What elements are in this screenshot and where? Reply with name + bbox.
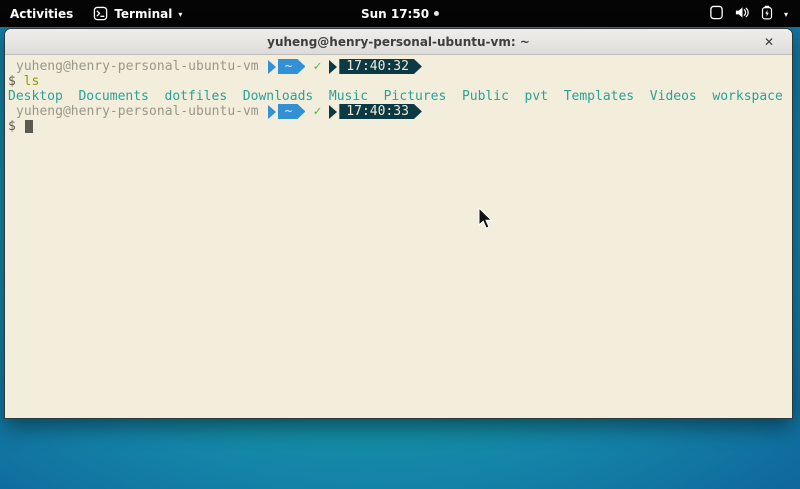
prompt-line: yuheng@henry-personal-ubuntu-vm ~ ✓ 17:4…	[8, 104, 789, 119]
terminal-icon	[93, 6, 108, 21]
chevron-down-icon: ▾	[178, 10, 182, 19]
status-check-icon: ✓	[313, 59, 321, 74]
terminal-cursor	[25, 120, 33, 133]
command-line: $ ls	[8, 74, 789, 89]
activities-label: Activities	[10, 7, 73, 21]
prompt-time: 17:40:32	[346, 59, 409, 74]
powerline-arrow-icon	[329, 60, 337, 74]
activities-button[interactable]: Activities	[0, 0, 83, 27]
prompt-line: yuheng@henry-personal-ubuntu-vm ~ ✓ 17:4…	[8, 59, 789, 74]
prompt-user: yuheng@henry-personal-ubuntu-vm	[16, 104, 259, 119]
window-title: yuheng@henry-personal-ubuntu-vm: ~	[267, 35, 530, 49]
prompt-symbol: $	[8, 74, 16, 89]
clock-button[interactable]: Sun 17:50	[361, 0, 439, 27]
powerline-arrow-icon	[329, 105, 337, 119]
powerline-arrow-icon	[268, 105, 276, 119]
prompt-path: ~	[285, 59, 293, 74]
app-menu[interactable]: Terminal ▾	[83, 0, 192, 27]
prompt-path: ~	[285, 104, 293, 119]
desktop-background: { "topbar": { "activities_label": "Activ…	[0, 0, 800, 489]
top-bar: Activities Terminal ▾ Sun 17:50	[0, 0, 800, 27]
status-check-icon: ✓	[313, 104, 321, 119]
input-line[interactable]: $	[8, 119, 789, 134]
close-button[interactable]: ✕	[760, 33, 778, 51]
prompt-user: yuheng@henry-personal-ubuntu-vm	[16, 59, 259, 74]
battery-icon	[760, 5, 774, 23]
powerline-arrow-icon	[268, 60, 276, 74]
clock-label: Sun 17:50	[361, 7, 429, 21]
display-icon	[709, 5, 724, 23]
notification-dot-icon	[434, 11, 439, 16]
app-menu-label: Terminal	[114, 7, 172, 21]
mouse-cursor-icon	[478, 208, 495, 230]
typed-command: ls	[24, 74, 40, 89]
prompt-time-segment: 17:40:32	[339, 59, 422, 74]
terminal-window: yuheng@henry-personal-ubuntu-vm: ~ ✕ yuh…	[4, 28, 793, 419]
prompt-path-segment: ~	[278, 59, 306, 74]
prompt-path-segment: ~	[278, 104, 306, 119]
prompt-time: 17:40:33	[346, 104, 409, 119]
prompt-symbol: $	[8, 119, 16, 134]
volume-icon	[734, 5, 750, 23]
system-status-menu[interactable]: ▾	[701, 0, 796, 27]
chevron-down-icon: ▾	[784, 10, 788, 19]
window-titlebar[interactable]: yuheng@henry-personal-ubuntu-vm: ~ ✕	[5, 29, 792, 55]
terminal-content[interactable]: yuheng@henry-personal-ubuntu-vm ~ ✓ 17:4…	[5, 55, 792, 418]
prompt-time-segment: 17:40:33	[339, 104, 422, 119]
ls-output: Desktop Documents dotfiles Downloads Mus…	[8, 89, 789, 104]
